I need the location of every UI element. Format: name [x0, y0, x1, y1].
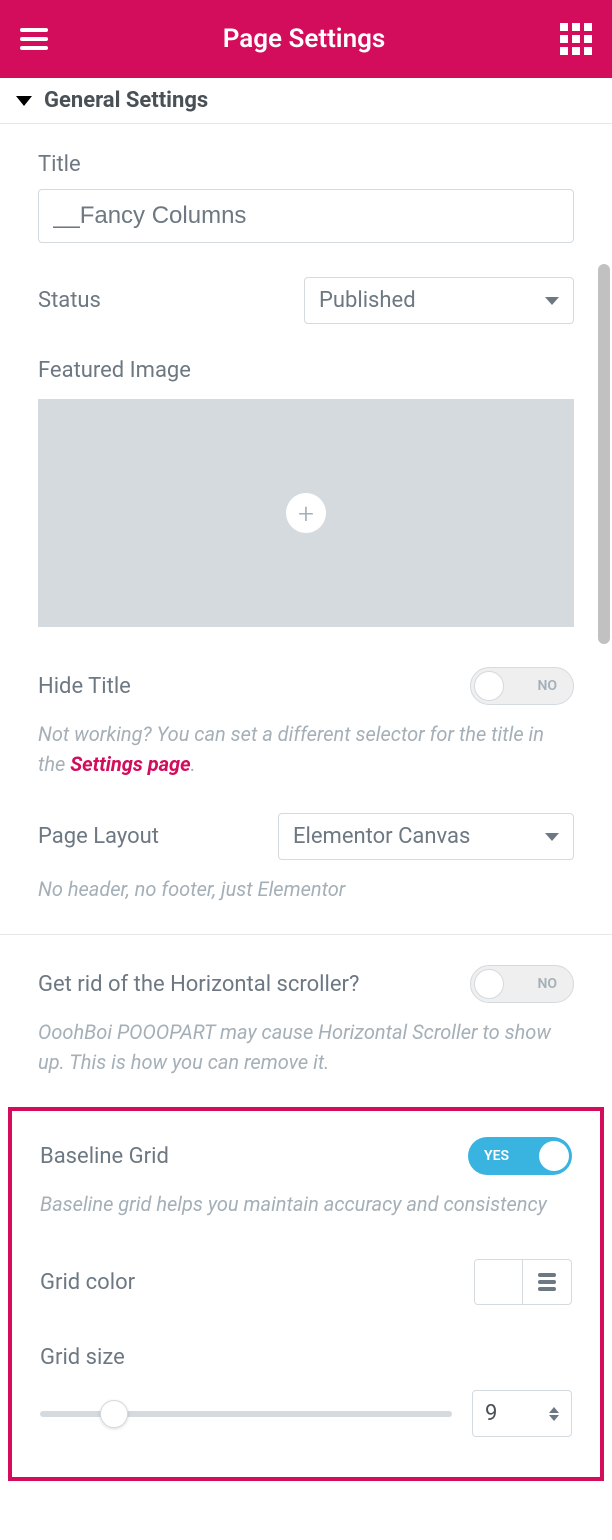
general-panel: Title Status Published Featured Image + …: [0, 124, 612, 1087]
toggle-label: YES: [484, 1148, 509, 1164]
featured-image-label: Featured Image: [38, 358, 574, 383]
grid-size-input[interactable]: 9: [472, 1390, 572, 1437]
grid-size-slider[interactable]: [40, 1411, 452, 1417]
apps-grid-icon[interactable]: [560, 23, 592, 55]
page-layout-value: Elementor Canvas: [293, 824, 470, 849]
chevron-down-icon: [16, 96, 32, 106]
dynamic-tags-button[interactable]: [523, 1260, 571, 1304]
chevron-down-icon: [545, 833, 559, 841]
hide-title-help: Not working? You can set a different sel…: [38, 719, 574, 779]
scroller-help: OoohBoi POOOPART may cause Horizontal Sc…: [38, 1017, 574, 1077]
status-select[interactable]: Published: [304, 277, 574, 324]
page-layout-select[interactable]: Elementor Canvas: [278, 813, 574, 860]
toggle-label: NO: [537, 976, 557, 992]
baseline-grid-label: Baseline Grid: [40, 1144, 169, 1169]
status-value: Published: [319, 288, 416, 313]
section-header-general[interactable]: General Settings: [0, 78, 612, 124]
divider: [0, 934, 612, 935]
settings-page-link[interactable]: Settings page: [70, 752, 190, 776]
status-label: Status: [38, 288, 101, 313]
hide-title-toggle[interactable]: NO: [470, 667, 574, 705]
color-swatch[interactable]: [475, 1260, 523, 1304]
title-input[interactable]: [38, 189, 574, 243]
scroller-toggle[interactable]: NO: [470, 965, 574, 1003]
page-layout-label: Page Layout: [38, 824, 159, 849]
page-layout-help: No header, no footer, just Elementor: [38, 874, 574, 904]
baseline-grid-highlight: Baseline Grid YES Baseline grid helps yo…: [8, 1107, 604, 1481]
grid-color-control: [474, 1259, 572, 1305]
app-header: Page Settings: [0, 0, 612, 78]
header-title: Page Settings: [223, 24, 386, 54]
plus-icon: +: [286, 493, 326, 533]
baseline-help: Baseline grid helps you maintain accurac…: [40, 1189, 572, 1219]
scroller-label: Get rid of the Horizontal scroller?: [38, 972, 359, 997]
slider-thumb[interactable]: [100, 1400, 128, 1428]
baseline-grid-toggle[interactable]: YES: [468, 1137, 572, 1175]
hamburger-icon[interactable]: [20, 28, 48, 50]
spinner-up-icon[interactable]: [549, 1407, 559, 1413]
number-spinner: [549, 1407, 559, 1421]
hide-title-label: Hide Title: [38, 674, 131, 699]
chevron-down-icon: [545, 297, 559, 305]
featured-image-picker[interactable]: +: [38, 399, 574, 627]
grid-size-label: Grid size: [40, 1345, 572, 1370]
toggle-label: NO: [537, 678, 557, 694]
grid-size-value: 9: [485, 1401, 497, 1426]
section-title: General Settings: [44, 88, 208, 113]
database-icon: [538, 1273, 556, 1291]
grid-color-label: Grid color: [40, 1270, 135, 1295]
spinner-down-icon[interactable]: [549, 1415, 559, 1421]
title-label: Title: [38, 152, 574, 177]
